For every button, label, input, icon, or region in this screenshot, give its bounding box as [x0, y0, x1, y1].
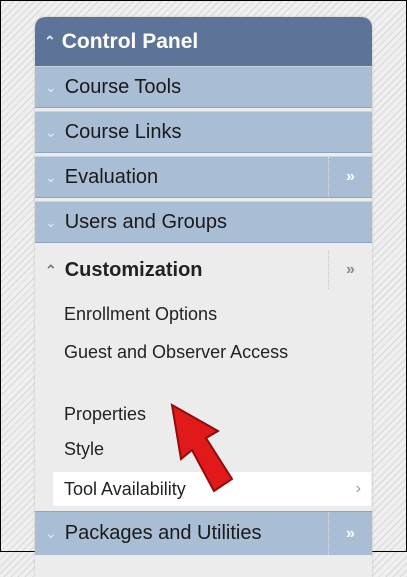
- double-right-arrow-icon[interactable]: »: [328, 157, 372, 197]
- double-right-arrow-icon[interactable]: »: [328, 512, 372, 555]
- menu-item-packages-and-utilities[interactable]: ⌄ Packages and Utilities »: [35, 511, 372, 555]
- double-right-arrow-icon[interactable]: »: [328, 251, 372, 289]
- menu-item-label: Course Tools: [64, 75, 182, 98]
- link-style[interactable]: Style: [64, 437, 104, 461]
- customization-header[interactable]: ⌃ Customization »: [35, 245, 372, 295]
- link-properties[interactable]: Properties: [64, 402, 146, 426]
- link-enrollment-options[interactable]: Enrollment Options: [64, 302, 217, 326]
- chevron-down-double-icon: ⌄: [45, 213, 57, 230]
- menu-item-course-tools[interactable]: ⌄ Course Tools: [35, 66, 372, 108]
- menu-item-label: Packages and Utilities: [64, 522, 262, 544]
- chevron-down-double-icon: ⌄: [45, 168, 57, 185]
- chevron-up-double-icon: ⌃: [44, 33, 56, 49]
- menu-item-label: Users and Groups: [64, 210, 228, 233]
- control-panel-header[interactable]: ⌃ Control Panel: [35, 17, 372, 66]
- chevron-down-double-icon: ⌄: [45, 123, 57, 140]
- chevron-up-double-icon: ⌃: [45, 261, 57, 278]
- link-guest-and-observer-access[interactable]: Guest and Observer Access: [64, 340, 334, 364]
- chevron-right-icon: ›: [355, 480, 361, 497]
- red-arrow-pointer-icon: [170, 403, 234, 493]
- menu-item-label: Course Links: [64, 120, 182, 143]
- chevron-down-double-icon: ⌄: [45, 78, 57, 95]
- control-panel-title: Control Panel: [61, 29, 199, 53]
- menu-item-label: Evaluation: [64, 165, 159, 188]
- chevron-down-double-icon: ⌄: [45, 525, 57, 541]
- menu-item-evaluation[interactable]: ⌄ Evaluation »: [35, 156, 372, 198]
- customization-title: Customization: [64, 258, 203, 281]
- menu-item-course-links[interactable]: ⌄ Course Links: [35, 111, 372, 153]
- menu-item-users-and-groups[interactable]: ⌄ Users and Groups: [35, 201, 372, 243]
